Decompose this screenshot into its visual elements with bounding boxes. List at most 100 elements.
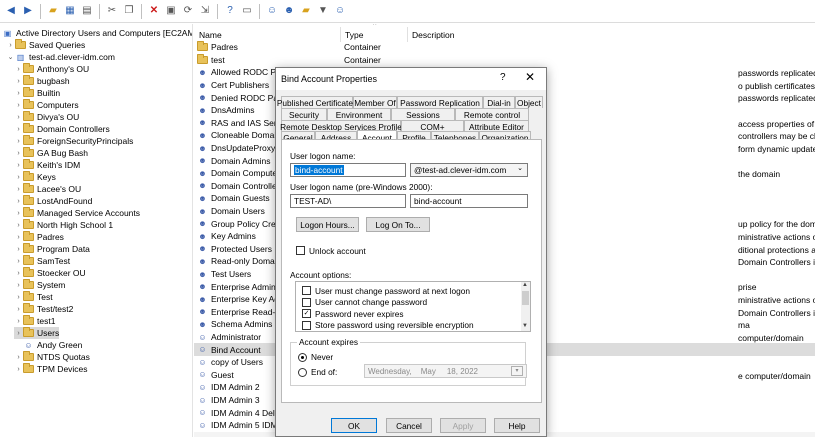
properties-icon[interactable]: ▣ bbox=[163, 3, 179, 19]
column-divider[interactable] bbox=[340, 27, 341, 42]
scroll-up-icon[interactable]: ▲ bbox=[522, 282, 528, 288]
help-icon[interactable]: ? bbox=[222, 3, 238, 19]
tab-environment[interactable]: Environment bbox=[327, 108, 391, 120]
add-group-icon[interactable]: ☻ bbox=[281, 3, 297, 19]
tab-member-of[interactable]: Member Of bbox=[353, 96, 397, 108]
tree-item[interactable]: › North High School 1 bbox=[14, 219, 113, 231]
tree-item[interactable]: › test1 bbox=[14, 315, 55, 327]
tree-item[interactable]: › Users bbox=[14, 327, 60, 339]
chevron-right-icon[interactable]: › bbox=[14, 150, 23, 157]
tree-item[interactable]: › Keys bbox=[14, 171, 56, 183]
account-option-checkbox[interactable] bbox=[302, 297, 311, 307]
help-icon[interactable]: ? bbox=[500, 72, 506, 83]
chevron-right-icon[interactable]: › bbox=[14, 102, 23, 109]
account-options-list[interactable]: User must change password at next logon U… bbox=[295, 281, 531, 332]
tree-item[interactable]: › SamTest bbox=[14, 255, 70, 267]
add-ou-icon[interactable]: ▰ bbox=[298, 3, 314, 19]
tree-item[interactable]: › NTDS Quotas bbox=[14, 351, 90, 363]
account-option[interactable]: User cannot change password bbox=[302, 297, 427, 308]
chevron-right-icon[interactable]: › bbox=[14, 126, 23, 133]
apply-button[interactable]: Apply bbox=[440, 418, 486, 433]
add-user-icon[interactable]: ☺ bbox=[264, 3, 280, 19]
tree-item[interactable]: › ForeignSecurityPrincipals bbox=[14, 135, 133, 147]
logon-name-input[interactable]: bind-account bbox=[290, 163, 406, 177]
tree-domain[interactable]: ⌄ ▥ test-ad.clever-idm.com bbox=[6, 51, 115, 63]
scroll-down-icon[interactable]: ▼ bbox=[522, 323, 528, 329]
tab-password-replication[interactable]: Password Replication bbox=[397, 96, 483, 108]
tab-sessions[interactable]: Sessions bbox=[391, 108, 455, 120]
chevron-right-icon[interactable]: › bbox=[14, 174, 23, 181]
delete-icon[interactable]: ✕ bbox=[146, 3, 162, 19]
column-header-description[interactable]: Description bbox=[412, 28, 455, 42]
tree-item[interactable]: › bugbash bbox=[14, 75, 70, 87]
chevron-right-icon[interactable]: › bbox=[14, 330, 23, 337]
chevron-right-icon[interactable]: › bbox=[14, 210, 23, 217]
calendar-icon[interactable]: ▾ bbox=[511, 366, 523, 376]
unlock-account-checkbox[interactable] bbox=[296, 246, 305, 255]
chevron-right-icon[interactable]: › bbox=[14, 366, 23, 373]
tab-object[interactable]: Object bbox=[515, 96, 543, 108]
tree-item[interactable]: › TPM Devices bbox=[14, 363, 88, 375]
tree-item[interactable]: › Computers bbox=[14, 99, 79, 111]
never-radio-row[interactable]: Never bbox=[298, 352, 333, 362]
chevron-right-icon[interactable]: › bbox=[14, 294, 23, 301]
account-option[interactable]: ✓ Password never expires bbox=[302, 308, 404, 319]
cut-icon[interactable]: ✂ bbox=[104, 3, 120, 19]
tab-published-certificates[interactable]: Published Certificates bbox=[277, 96, 357, 108]
tab-remote-control[interactable]: Remote control bbox=[455, 108, 529, 120]
forward-icon[interactable]: ▶ bbox=[20, 3, 36, 19]
add-to-group-icon[interactable]: ☺ bbox=[332, 3, 348, 19]
console-icon[interactable]: ▭ bbox=[239, 3, 255, 19]
close-icon[interactable]: ✕ bbox=[525, 70, 535, 84]
console-tree-icon[interactable]: ▦ bbox=[62, 3, 78, 19]
chevron-right-icon[interactable]: › bbox=[14, 162, 23, 169]
tree-item[interactable]: › Builtin bbox=[14, 87, 60, 99]
tree-item[interactable]: › Stoecker OU bbox=[14, 267, 86, 279]
tree-item[interactable]: › Divya's OU bbox=[14, 111, 79, 123]
tree-item[interactable]: › Keith's IDM bbox=[14, 159, 80, 171]
tree-item[interactable]: › Program Data bbox=[14, 243, 90, 255]
tree-item[interactable]: › Test/test2 bbox=[14, 303, 73, 315]
account-option-checkbox[interactable]: ✓ bbox=[302, 309, 311, 318]
tab-security[interactable]: Security bbox=[281, 108, 327, 120]
tree-item[interactable]: › Domain Controllers bbox=[14, 123, 110, 135]
account-option-checkbox[interactable] bbox=[302, 320, 311, 330]
endof-radio-row[interactable]: End of: bbox=[298, 367, 337, 377]
folder-up-icon[interactable]: ▰ bbox=[45, 3, 61, 19]
chevron-right-icon[interactable]: › bbox=[14, 66, 23, 73]
export-icon[interactable]: ⇲ bbox=[197, 3, 213, 19]
ok-button[interactable]: OK bbox=[331, 418, 377, 433]
chevron-right-icon[interactable]: › bbox=[14, 282, 23, 289]
never-radio[interactable] bbox=[298, 352, 307, 362]
domain-suffix-select[interactable]: @test-ad.clever-idm.com ⌄ bbox=[410, 163, 528, 177]
chevron-right-icon[interactable]: › bbox=[14, 270, 23, 277]
chevron-right-icon[interactable]: › bbox=[14, 318, 23, 325]
tree-item[interactable]: › System bbox=[14, 279, 65, 291]
tree-item[interactable]: › Managed Service Accounts bbox=[14, 207, 140, 219]
tree-item[interactable]: › Lacee's OU bbox=[14, 183, 81, 195]
chevron-right-icon[interactable]: › bbox=[14, 186, 23, 193]
chevron-right-icon[interactable]: › bbox=[14, 306, 23, 313]
details-icon[interactable]: ▤ bbox=[79, 3, 95, 19]
tree-item[interactable]: › GA Bug Bash bbox=[14, 147, 88, 159]
account-option[interactable]: User must change password at next logon bbox=[302, 285, 470, 296]
endof-radio[interactable] bbox=[298, 367, 307, 377]
chevron-right-icon[interactable]: › bbox=[14, 114, 23, 121]
logon-hours-button[interactable]: Logon Hours... bbox=[296, 217, 359, 232]
log-on-to-button[interactable]: Log On To... bbox=[366, 217, 430, 232]
chevron-right-icon[interactable]: › bbox=[14, 138, 23, 145]
tree-item[interactable]: › Test bbox=[14, 291, 53, 303]
chevron-down-icon[interactable]: ⌄ bbox=[6, 53, 15, 61]
tree-item[interactable]: › LostAndFound bbox=[14, 195, 92, 207]
tree-saved-queries[interactable]: › Saved Queries bbox=[6, 39, 85, 51]
chevron-right-icon[interactable]: › bbox=[14, 222, 23, 229]
tab-dial-in[interactable]: Dial-in bbox=[483, 96, 515, 108]
list-item[interactable]: Padres Container bbox=[194, 41, 815, 54]
chevron-right-icon[interactable]: › bbox=[14, 234, 23, 241]
tree-item[interactable]: › Anthony's OU bbox=[14, 63, 89, 75]
chevron-right-icon[interactable]: › bbox=[14, 246, 23, 253]
tree-item[interactable]: › Padres bbox=[14, 231, 64, 243]
list-item[interactable]: test Container bbox=[194, 53, 815, 67]
scroll-thumb[interactable] bbox=[522, 291, 529, 305]
account-option-checkbox[interactable] bbox=[302, 286, 311, 295]
